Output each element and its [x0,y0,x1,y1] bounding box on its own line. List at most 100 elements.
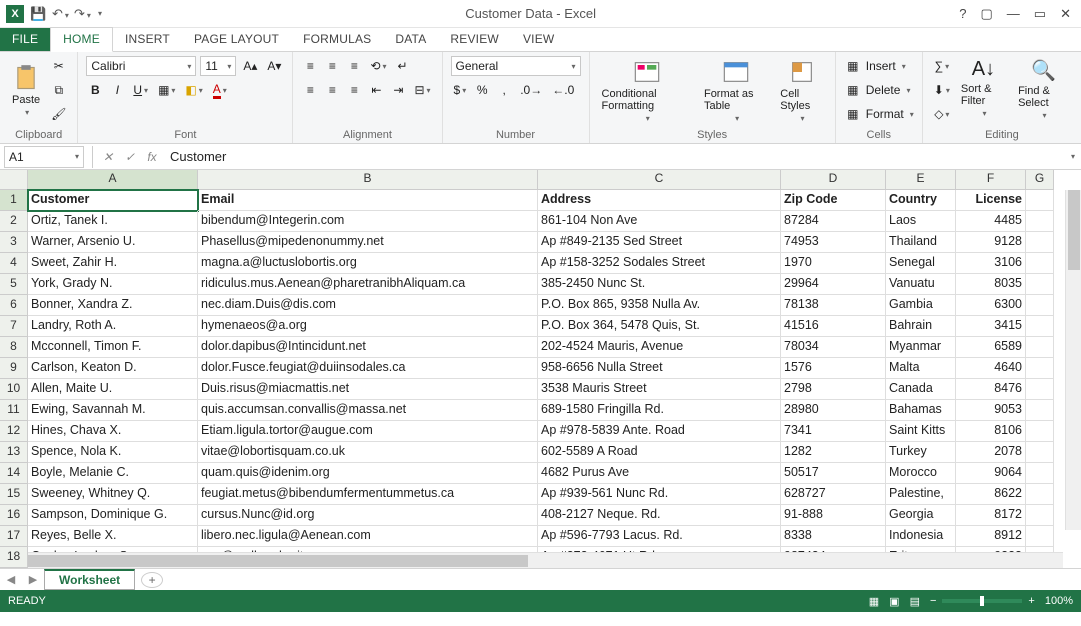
align-left-icon[interactable]: ≡ [301,80,319,100]
cell-D12[interactable]: 7341 [781,421,886,442]
font-name-combo[interactable]: Calibri▾ [86,56,196,76]
tab-view[interactable]: VIEW [511,28,566,51]
format-cells-button[interactable]: Format [866,107,904,121]
align-middle-icon[interactable]: ≡ [323,56,341,76]
zoom-level[interactable]: 100% [1045,595,1073,607]
cell-G3[interactable] [1026,232,1054,253]
enter-formula-icon[interactable]: ✓ [119,150,141,164]
cell-G6[interactable] [1026,295,1054,316]
grow-font-icon[interactable]: A▴ [240,56,260,76]
cell-D17[interactable]: 8338 [781,526,886,547]
cell-G8[interactable] [1026,337,1054,358]
row-header-4[interactable]: 4 [0,253,27,274]
horizontal-scrollbar[interactable] [28,552,1063,568]
col-header-D[interactable]: D [781,170,886,189]
cell-B13[interactable]: vitae@lobortisquam.co.uk [198,442,538,463]
cell-D7[interactable]: 41516 [781,316,886,337]
cell-B7[interactable]: hymenaeos@a.org [198,316,538,337]
bold-button[interactable]: B [86,80,104,100]
cell-E10[interactable]: Canada [886,379,956,400]
format-painter-icon[interactable]: 🖌 [48,104,69,124]
new-sheet-icon[interactable]: + [141,572,163,588]
insert-cells-icon[interactable]: ▦ [844,56,862,76]
row-header-10[interactable]: 10 [0,379,27,400]
normal-view-icon[interactable]: ▦ [869,595,879,608]
cell-G7[interactable] [1026,316,1054,337]
cell-B11[interactable]: quis.accumsan.convallis@massa.net [198,400,538,421]
cell-A10[interactable]: Allen, Maite U. [28,379,198,400]
cell-G15[interactable] [1026,484,1054,505]
fill-icon[interactable]: ⬇▾ [931,80,953,100]
cell-F10[interactable]: 8476 [956,379,1026,400]
decrease-indent-icon[interactable]: ⇤ [367,80,385,100]
close-icon[interactable]: ✕ [1060,6,1071,22]
cell-B1[interactable]: Email [198,190,538,211]
comma-icon[interactable]: , [495,80,513,100]
conditional-formatting-button[interactable]: Conditional Formatting▾ [598,56,696,125]
align-center-icon[interactable]: ≡ [323,80,341,100]
redo-icon[interactable]: ↷▾ [74,6,90,22]
cell-C3[interactable]: Ap #849-2135 Sed Street [538,232,781,253]
cell-B14[interactable]: quam.quis@idenim.org [198,463,538,484]
cell-F3[interactable]: 9128 [956,232,1026,253]
wrap-text-icon[interactable]: ↵ [394,56,412,76]
delete-cells-icon[interactable]: ▦ [844,80,862,100]
cell-E17[interactable]: Indonesia [886,526,956,547]
cell-A8[interactable]: Mcconnell, Timon F. [28,337,198,358]
cell-C15[interactable]: Ap #939-561 Nunc Rd. [538,484,781,505]
tab-file[interactable]: FILE [0,28,50,51]
cell-D11[interactable]: 28980 [781,400,886,421]
cell-A6[interactable]: Bonner, Xandra Z. [28,295,198,316]
page-layout-view-icon[interactable]: ▣ [889,595,899,608]
cell-D8[interactable]: 78034 [781,337,886,358]
sheet-tab[interactable]: Worksheet [44,569,135,590]
cell-E11[interactable]: Bahamas [886,400,956,421]
cell-C9[interactable]: 958-6656 Nulla Street [538,358,781,379]
align-right-icon[interactable]: ≡ [345,80,363,100]
cell-A16[interactable]: Sampson, Dominique G. [28,505,198,526]
merge-center-icon[interactable]: ⊟▾ [411,80,433,100]
cell-C8[interactable]: 202-4524 Mauris, Avenue [538,337,781,358]
cell-F6[interactable]: 6300 [956,295,1026,316]
cell-G4[interactable] [1026,253,1054,274]
cell-B8[interactable]: dolor.dapibus@Intincidunt.net [198,337,538,358]
cell-B5[interactable]: ridiculus.mus.Aenean@pharetranibhAliquam… [198,274,538,295]
row-header-8[interactable]: 8 [0,337,27,358]
cell-C4[interactable]: Ap #158-3252 Sodales Street [538,253,781,274]
cell-C2[interactable]: 861-104 Non Ave [538,211,781,232]
zoom-in-icon[interactable]: + [1028,595,1034,607]
cell-B10[interactable]: Duis.risus@miacmattis.net [198,379,538,400]
zoom-slider[interactable]: − + [930,595,1035,607]
cell-D3[interactable]: 74953 [781,232,886,253]
cell-E8[interactable]: Myanmar [886,337,956,358]
formula-input[interactable]: Customer [163,146,1069,168]
cell-C13[interactable]: 602-5589 A Road [538,442,781,463]
cell-B9[interactable]: dolor.Fusce.feugiat@duiinsodales.ca [198,358,538,379]
row-header-14[interactable]: 14 [0,463,27,484]
delete-cells-button[interactable]: Delete [866,83,901,97]
cell-D14[interactable]: 50517 [781,463,886,484]
row-header-9[interactable]: 9 [0,358,27,379]
cell-F9[interactable]: 4640 [956,358,1026,379]
row-headers[interactable]: 123456789101112131415161718 [0,190,28,568]
cell-A13[interactable]: Spence, Nola K. [28,442,198,463]
cell-E5[interactable]: Vanuatu [886,274,956,295]
font-color-icon[interactable]: A▾ [210,80,230,100]
cell-G14[interactable] [1026,463,1054,484]
cell-G10[interactable] [1026,379,1054,400]
cell-E2[interactable]: Laos [886,211,956,232]
cell-G16[interactable] [1026,505,1054,526]
cell-D9[interactable]: 1576 [781,358,886,379]
sheet-nav-next-icon[interactable]: ▶ [22,573,44,586]
insert-cells-button[interactable]: Insert [866,59,896,73]
row-header-12[interactable]: 12 [0,421,27,442]
cell-F8[interactable]: 6589 [956,337,1026,358]
cell-C5[interactable]: 385-2450 Nunc St. [538,274,781,295]
cell-C12[interactable]: Ap #978-5839 Ante. Road [538,421,781,442]
column-headers[interactable]: ABCDEFG [28,170,1054,190]
cell-A1[interactable]: Customer [28,190,198,211]
find-select-button[interactable]: 🔍Find & Select▾ [1014,56,1073,122]
col-header-C[interactable]: C [538,170,781,189]
cut-icon[interactable]: ✂ [48,56,69,76]
cell-C16[interactable]: 408-2127 Neque. Rd. [538,505,781,526]
